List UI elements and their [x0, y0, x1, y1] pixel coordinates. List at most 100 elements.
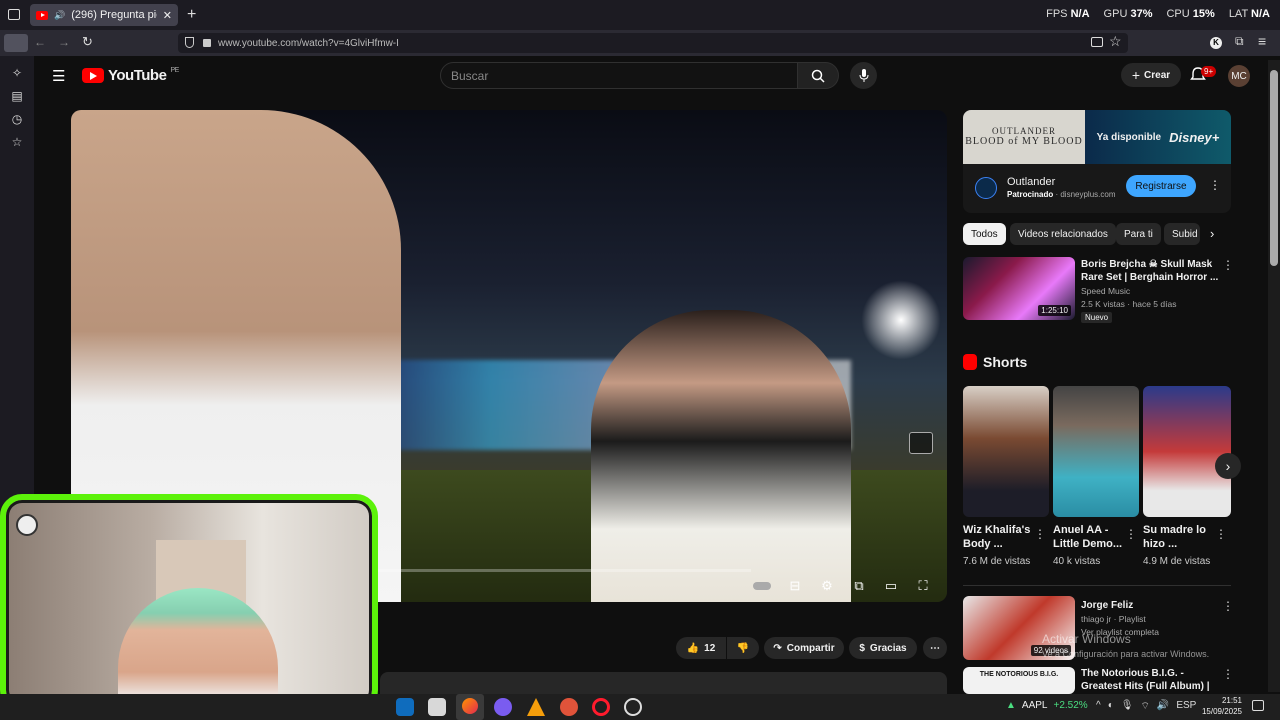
subtitles-icon[interactable]: ⊟ — [786, 578, 804, 594]
sponsored-ad-card[interactable]: OUTLANDER BLOOD of MY BLOOD Ya disponibl… — [963, 110, 1231, 213]
lock-icon[interactable] — [203, 39, 211, 47]
chip-uploaded[interactable]: Subid — [1164, 223, 1200, 245]
speaker-icon[interactable]: 🔊 — [54, 10, 65, 21]
file-explorer-icon[interactable] — [428, 698, 446, 716]
back-icon[interactable]: ← — [34, 35, 46, 49]
notification-center-icon[interactable] — [1252, 700, 1264, 711]
autoplay-toggle[interactable] — [751, 578, 773, 594]
ad-banner[interactable]: OUTLANDER BLOOD of MY BLOOD Ya disponibl… — [963, 110, 1231, 164]
tab-title: (296) Pregunta picante en ... — [71, 9, 157, 21]
search-input[interactable]: Buscar — [440, 62, 798, 89]
register-button[interactable]: Registrarse — [1126, 175, 1196, 197]
chip-todos[interactable]: Todos — [963, 223, 1006, 245]
miniplayer-button-icon[interactable]: ⧉ — [850, 578, 868, 594]
share-button[interactable]: ↷ Compartir — [764, 637, 844, 659]
synced-tabs-icon[interactable]: ▤ — [10, 89, 24, 103]
miniplayer-icon[interactable] — [909, 432, 933, 454]
language-indicator[interactable]: ESP — [1176, 700, 1196, 713]
browser-tab[interactable]: 🔊 (296) Pregunta picante en ... ✕ — [30, 4, 178, 26]
short-more-icon[interactable]: ⋮ — [1215, 527, 1227, 541]
tray-chevron-icon[interactable]: ^ — [1096, 700, 1101, 713]
url-bar[interactable]: www.youtube.com/watch?v=4GlviHfmw-I — [178, 33, 1128, 53]
playlist-channel[interactable]: thiago jr · Playlist — [1081, 614, 1146, 624]
short-thumbnail[interactable] — [1053, 386, 1139, 517]
microphone-tray-icon[interactable]: 🎙 — [1121, 700, 1134, 713]
playlist-more-icon[interactable]: ⋮ — [1222, 599, 1234, 613]
short-title[interactable]: Su madre lo hizo ... — [1143, 523, 1215, 551]
taskbar-clock[interactable]: 21:51 15/09/2025 — [1200, 695, 1242, 717]
like-button[interactable]: 👍 12 — [676, 637, 726, 659]
firefox-icon[interactable] — [456, 694, 484, 720]
theater-mode-icon[interactable]: ▭ — [882, 578, 900, 594]
playlist-title[interactable]: The Notorious B.I.G. - Greatest Hits (Fu… — [1081, 667, 1219, 694]
bookmarks-star-icon[interactable]: ☆ — [10, 135, 24, 149]
forward-icon[interactable]: → — [58, 35, 70, 49]
create-button[interactable]: + Crear — [1121, 63, 1181, 87]
playlist-thumbnail[interactable]: THE NOTORIOUS B.I.G. — [963, 667, 1075, 694]
page-scrollbar-thumb[interactable] — [1270, 70, 1278, 266]
super-thanks-icon: $ — [859, 642, 865, 654]
description-box[interactable] — [380, 672, 947, 694]
extension-k-icon[interactable]: K — [1210, 37, 1222, 49]
shield-icon[interactable] — [185, 37, 194, 48]
history-icon[interactable]: ◷ — [10, 112, 24, 126]
tray-app-icon[interactable]: ◐ — [1108, 700, 1114, 713]
fullscreen-icon[interactable]: ⛶ — [914, 578, 932, 594]
short-title[interactable]: Wiz Khalifa's Body ... — [963, 523, 1035, 551]
ad-subtitle: Patrocinado · disneyplus.com — [1007, 190, 1116, 199]
create-label: Crear — [1144, 69, 1171, 81]
sidebar-toggle-icon[interactable] — [4, 34, 28, 52]
network-icon[interactable]: ⌔ — [1140, 700, 1149, 713]
vlc-icon[interactable] — [527, 698, 545, 716]
menu-icon[interactable]: ≡ — [1258, 33, 1266, 49]
short-thumbnail[interactable] — [1143, 386, 1231, 517]
app-icon[interactable] — [560, 698, 578, 716]
related-video-channel[interactable]: Speed Music — [1081, 286, 1130, 296]
short-more-icon[interactable]: ⋮ — [1125, 527, 1137, 541]
youtube-logo[interactable]: YouTube PE — [82, 67, 179, 84]
voice-search-button[interactable] — [850, 62, 877, 89]
system-tray[interactable]: ^ ◐ 🎙 ⌔ 🔊 ESP — [1096, 700, 1196, 713]
ad-title: Outlander — [1007, 176, 1056, 188]
bookmark-star-icon[interactable]: ☆ — [1109, 33, 1122, 50]
hamburger-menu-icon[interactable]: ☰ — [52, 67, 65, 85]
ai-sparkle-icon[interactable]: ✧ — [10, 66, 24, 80]
opera-icon[interactable] — [592, 698, 610, 716]
tab-overview-icon[interactable] — [8, 9, 20, 20]
chips-next-icon[interactable]: › — [1210, 226, 1214, 241]
short-title[interactable]: Anuel AA - Little Demo... — [1053, 523, 1125, 551]
short-more-icon[interactable]: ⋮ — [1034, 527, 1046, 541]
obs-icon[interactable] — [624, 698, 642, 716]
fps-readout: FPS N/A — [1046, 8, 1090, 20]
chip-for-you[interactable]: Para ti — [1116, 223, 1161, 245]
ad-banner-cta: Ya disponible — [1096, 131, 1162, 143]
watermark-line1: Activar Windows — [1042, 632, 1131, 646]
short-thumbnail[interactable] — [963, 386, 1049, 517]
related-video-thumbnail[interactable]: 1:25:10 — [963, 257, 1075, 320]
chip-related[interactable]: Videos relacionados — [1010, 223, 1116, 245]
volume-icon[interactable]: 🔊 — [1157, 700, 1169, 713]
thanks-button[interactable]: $ Gracias — [849, 637, 917, 659]
close-tab-icon[interactable]: ✕ — [163, 9, 172, 22]
more-actions-button[interactable]: ⋯ — [923, 637, 947, 659]
dislike-button[interactable]: 👎 — [727, 637, 759, 659]
discord-icon[interactable] — [494, 698, 512, 716]
related-video-title[interactable]: Boris Brejcha ☠ Skull Mask Rare Set | Be… — [1081, 258, 1219, 284]
reload-icon[interactable]: ↻ — [82, 34, 93, 50]
share-arrow-icon: ↷ — [773, 642, 782, 654]
stock-ticker-widget[interactable]: ▲ AAPL +2.52% — [1006, 700, 1088, 711]
shorts-next-button[interactable]: › — [1215, 453, 1241, 479]
playlist-more-icon[interactable]: ⋮ — [1222, 667, 1234, 681]
search-button[interactable] — [797, 62, 839, 89]
share-label: Compartir — [786, 642, 835, 654]
playlist-title[interactable]: Jorge Feliz — [1081, 599, 1133, 612]
settings-gear-icon[interactable]: ⚙ — [818, 578, 836, 594]
related-video-more-icon[interactable]: ⋮ — [1222, 258, 1234, 272]
new-tab-button[interactable]: + — [187, 6, 196, 24]
account-avatar[interactable]: MC — [1228, 65, 1250, 87]
outlook-icon[interactable] — [396, 698, 414, 716]
extensions-icon[interactable]: ⧉ — [1235, 34, 1244, 49]
picture-in-picture-icon[interactable] — [1091, 37, 1103, 47]
region-code: PE — [170, 67, 179, 74]
ad-more-options-icon[interactable]: ⋮ — [1209, 178, 1221, 192]
